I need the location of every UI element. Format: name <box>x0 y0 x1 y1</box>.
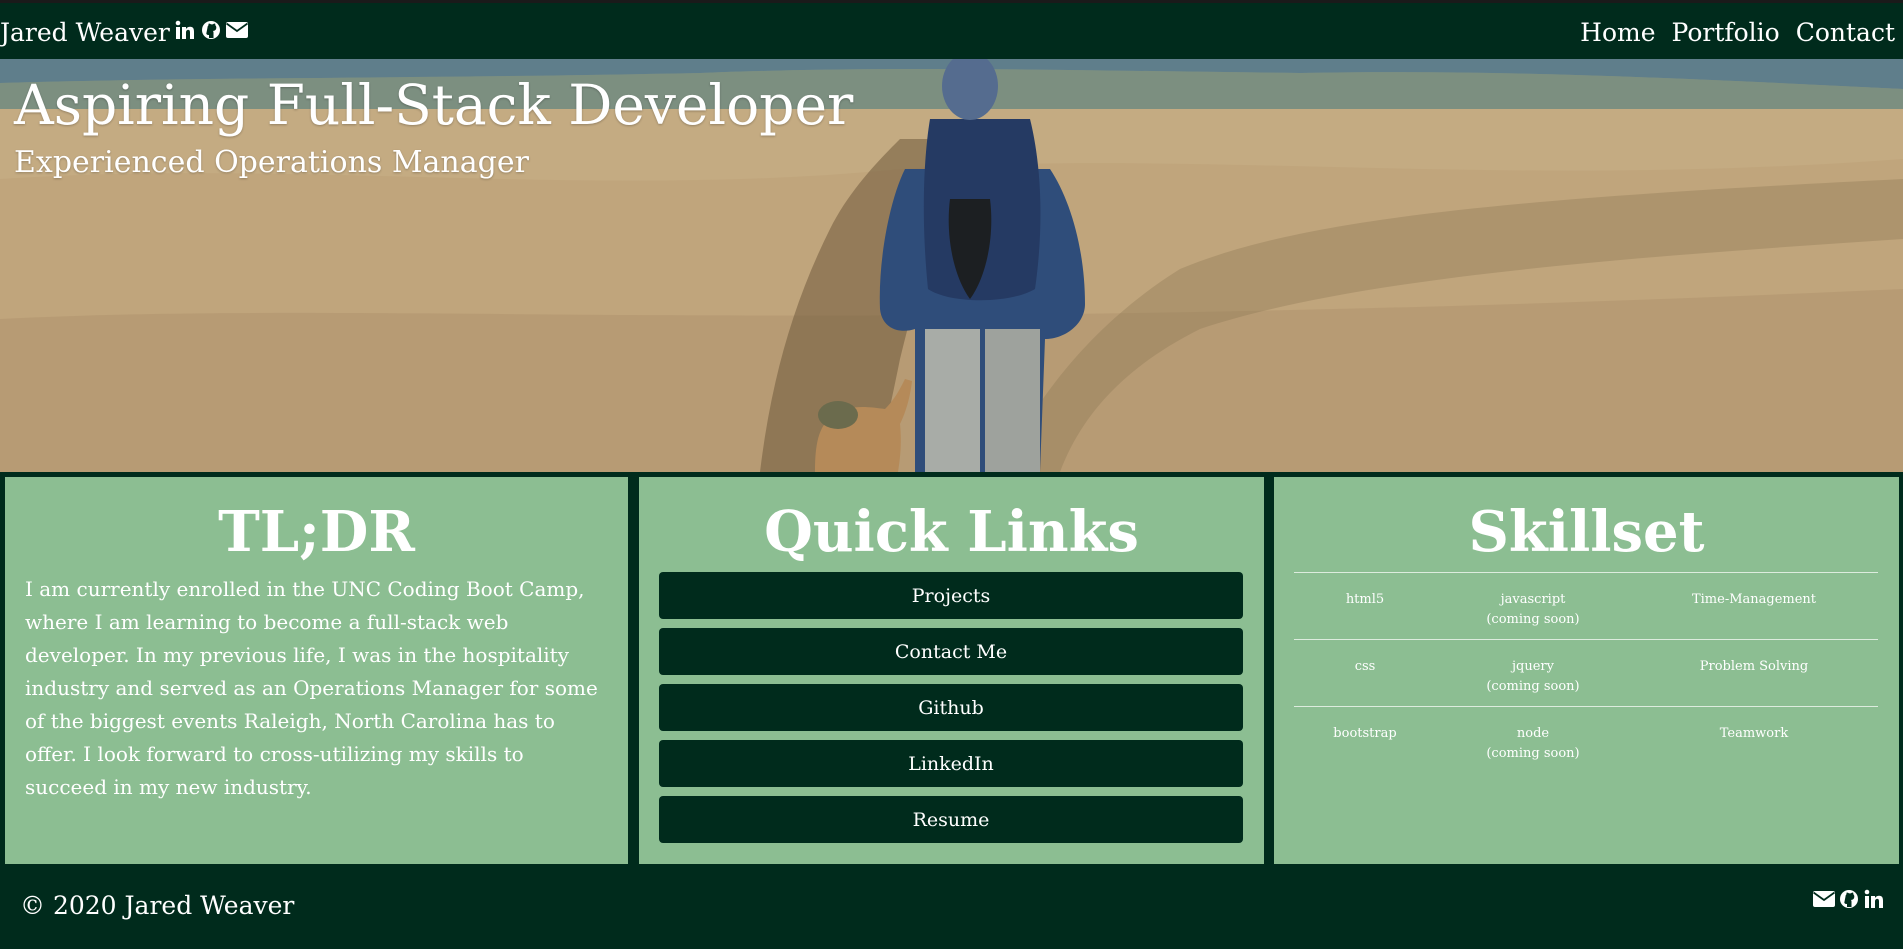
nav-portfolio[interactable]: Portfolio <box>1672 18 1780 47</box>
skill-name: javascript <box>1500 592 1566 607</box>
skill-row: html5 javascript (coming soon) Time-Mana… <box>1294 572 1878 639</box>
skill-name: node <box>1516 726 1550 741</box>
contact-me-button[interactable]: Contact Me <box>659 628 1243 675</box>
nav-contact[interactable]: Contact <box>1796 18 1895 47</box>
github-icon[interactable] <box>1838 888 1860 910</box>
footer-social-links <box>1813 888 1885 910</box>
envelope-icon[interactable] <box>1813 888 1835 910</box>
skill-bootstrap: bootstrap <box>1333 726 1397 741</box>
resume-button[interactable]: Resume <box>659 796 1243 843</box>
skill-note: (coming soon) <box>1486 612 1580 627</box>
copyright: © 2020 Jared Weaver <box>20 891 295 920</box>
quick-links-card: Quick Links Projects Contact Me Github L… <box>639 477 1264 864</box>
github-icon[interactable] <box>200 19 222 41</box>
linkedin-button[interactable]: LinkedIn <box>659 740 1243 787</box>
nav-home[interactable]: Home <box>1580 18 1655 47</box>
github-button[interactable]: Github <box>659 684 1243 731</box>
skill-row: bootstrap node (coming soon) Teamwork <box>1294 706 1878 773</box>
navbar-social-links <box>174 19 248 41</box>
skill-name: jquery <box>1512 659 1554 674</box>
hero-banner: Aspiring Full-Stack Developer Experience… <box>0 59 1903 472</box>
skill-teamwork: Teamwork <box>1719 726 1789 741</box>
skill-note: (coming soon) <box>1486 679 1580 694</box>
skill-html5: html5 <box>1345 592 1385 607</box>
linkedin-icon[interactable] <box>174 19 196 41</box>
skill-node: node (coming soon) <box>1436 707 1630 773</box>
hero-title: Aspiring Full-Stack Developer <box>14 73 854 137</box>
hero-subtitle: Experienced Operations Manager <box>14 145 529 180</box>
skillset-title: Skillset <box>1468 499 1705 565</box>
skill-time-management: Time-Management <box>1691 592 1817 607</box>
skillset-card: Skillset html5 javascript (coming soon) … <box>1274 477 1899 864</box>
tldr-card: TL;DR I am currently enrolled in the UNC… <box>5 477 628 864</box>
brand-name[interactable]: Jared Weaver <box>0 18 170 47</box>
skill-javascript: javascript (coming soon) <box>1436 573 1630 639</box>
envelope-icon[interactable] <box>226 19 248 41</box>
skill-css: css <box>1354 659 1376 674</box>
linkedin-icon[interactable] <box>1863 888 1885 910</box>
skills-table: html5 javascript (coming soon) Time-Mana… <box>1294 572 1878 773</box>
tldr-title: TL;DR <box>218 499 415 565</box>
skill-row: css jquery (coming soon) Problem Solving <box>1294 639 1878 706</box>
tldr-text: I am currently enrolled in the UNC Codin… <box>25 577 598 799</box>
projects-button[interactable]: Projects <box>659 572 1243 619</box>
navbar: Jared Weaver Home Portfolio Contact <box>0 0 1903 59</box>
nav-links: Home Portfolio Contact <box>1580 18 1895 47</box>
skill-note: (coming soon) <box>1486 746 1580 761</box>
footer: © 2020 Jared Weaver <box>0 868 1903 949</box>
skill-jquery: jquery (coming soon) <box>1436 640 1630 706</box>
quick-links-title: Quick Links <box>764 499 1139 565</box>
skill-problem-solving: Problem Solving <box>1699 659 1809 674</box>
